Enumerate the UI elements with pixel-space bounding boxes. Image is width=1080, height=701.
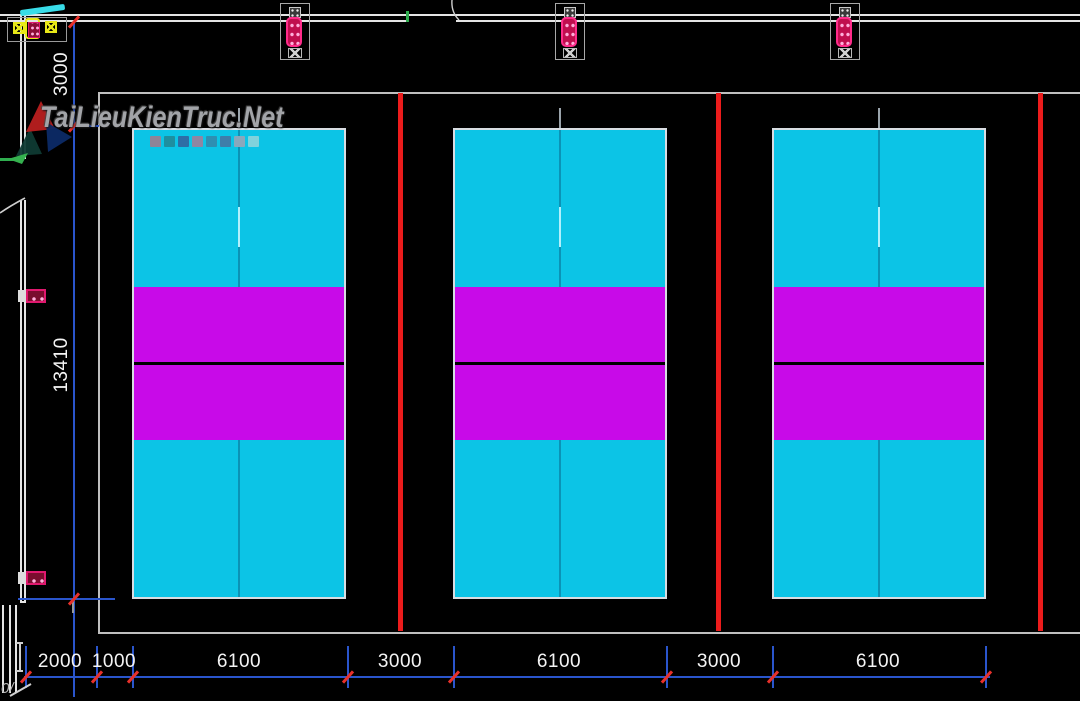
court-2-top-stub xyxy=(559,108,561,128)
dim-label-3000-a: 3000 xyxy=(377,651,423,672)
socket-body xyxy=(26,571,46,585)
swatch-6 xyxy=(220,136,231,147)
red-gridline-1 xyxy=(398,93,403,631)
red-gridline-3 xyxy=(1038,93,1043,631)
court-3-centerline-bottom xyxy=(878,440,880,597)
fixture-lamp xyxy=(836,17,852,47)
dim-label-6100-b: 6100 xyxy=(536,651,582,672)
top-wall-inner-line-right xyxy=(456,20,1080,22)
dim-label-6100-a: 6100 xyxy=(216,651,262,672)
court-2-centerline-bottom xyxy=(559,440,561,597)
swatch-7 xyxy=(234,136,245,147)
court-3-center-mark xyxy=(878,207,880,247)
court-1 xyxy=(132,108,346,599)
fixture-junction-icon xyxy=(288,48,302,58)
socket-base xyxy=(18,572,26,584)
court-1-centerline-bottom xyxy=(238,440,240,597)
top-door-jamb-tick xyxy=(406,11,409,22)
court-2-center-mark xyxy=(559,207,561,247)
court-3 xyxy=(772,108,986,599)
dim-ext-line xyxy=(985,646,987,688)
switch-body-icon xyxy=(28,22,40,38)
dim-ext-line xyxy=(347,646,349,688)
stair-line xyxy=(15,605,17,693)
dim-ext-line xyxy=(666,646,668,688)
swatch-3 xyxy=(178,136,189,147)
dim-label-left-13410: 13410 xyxy=(51,337,72,393)
court-1-net-band-lower xyxy=(134,365,344,440)
section-mark-tick xyxy=(16,670,23,672)
swatch-1 xyxy=(150,136,161,147)
light-fixture-icon-1 xyxy=(280,3,310,60)
dim-label-6100-c: 6100 xyxy=(855,651,901,672)
court-3-net-band-lower xyxy=(774,365,984,440)
dim-ext-line xyxy=(453,646,455,688)
dim-stub-13410 xyxy=(18,598,115,600)
corner-text-fragment: 0/ xyxy=(1,680,14,697)
junction-box-icon-1 xyxy=(13,22,25,34)
dim-label-left-3000: 3000 xyxy=(51,51,72,97)
watermark-text: TaiLieuKienTruc.Net xyxy=(40,101,284,134)
color-swatch-strip xyxy=(150,136,259,147)
junction-box-icon-2 xyxy=(45,21,57,33)
fixture-lamp xyxy=(561,17,577,47)
dim-label-2000: 2000 xyxy=(37,651,83,672)
dim-ext-line xyxy=(25,646,27,688)
left-wall-end-cap xyxy=(20,601,26,603)
wall-socket-icon-2 xyxy=(18,571,46,585)
electrical-cluster-box xyxy=(7,17,67,42)
top-wall-outer-line xyxy=(0,14,1080,16)
swatch-8 xyxy=(248,136,259,147)
bottom-dimension-line xyxy=(24,676,990,678)
swatch-4 xyxy=(192,136,203,147)
light-fixture-icon-2 xyxy=(555,3,585,60)
dim-label-3000-b: 3000 xyxy=(696,651,742,672)
court-1-center-mark xyxy=(238,207,240,247)
section-mark xyxy=(19,643,21,671)
fixture-lamp xyxy=(286,17,302,47)
wall-socket-icon-1 xyxy=(18,289,46,303)
cad-canvas[interactable]: 3000 13410 2000 1000 6100 3000 6100 3000… xyxy=(0,0,1080,701)
court-2 xyxy=(453,108,667,599)
fixture-junction-icon xyxy=(838,48,852,58)
top-door-swing-arc xyxy=(451,0,460,21)
left-wall-inner-line-lower xyxy=(24,200,26,603)
socket-body xyxy=(26,289,46,303)
court-3-net-band-upper xyxy=(774,287,984,362)
court-3-top-stub xyxy=(878,108,880,128)
red-gridline-2 xyxy=(716,93,721,631)
court-1-net-band-upper xyxy=(134,287,344,362)
section-mark-tick xyxy=(16,642,23,644)
dim-ext-line xyxy=(772,646,774,688)
court-2-net-band-lower xyxy=(455,365,665,440)
left-wall-outer-line-lower xyxy=(20,200,22,603)
left-door-leaf xyxy=(0,158,20,161)
light-fixture-icon-3 xyxy=(830,3,860,60)
court-2-net-band-upper xyxy=(455,287,665,362)
swatch-5 xyxy=(206,136,217,147)
dim-label-1000: 1000 xyxy=(91,651,137,672)
swatch-2 xyxy=(164,136,175,147)
socket-base xyxy=(18,290,26,302)
fixture-junction-icon xyxy=(563,48,577,58)
